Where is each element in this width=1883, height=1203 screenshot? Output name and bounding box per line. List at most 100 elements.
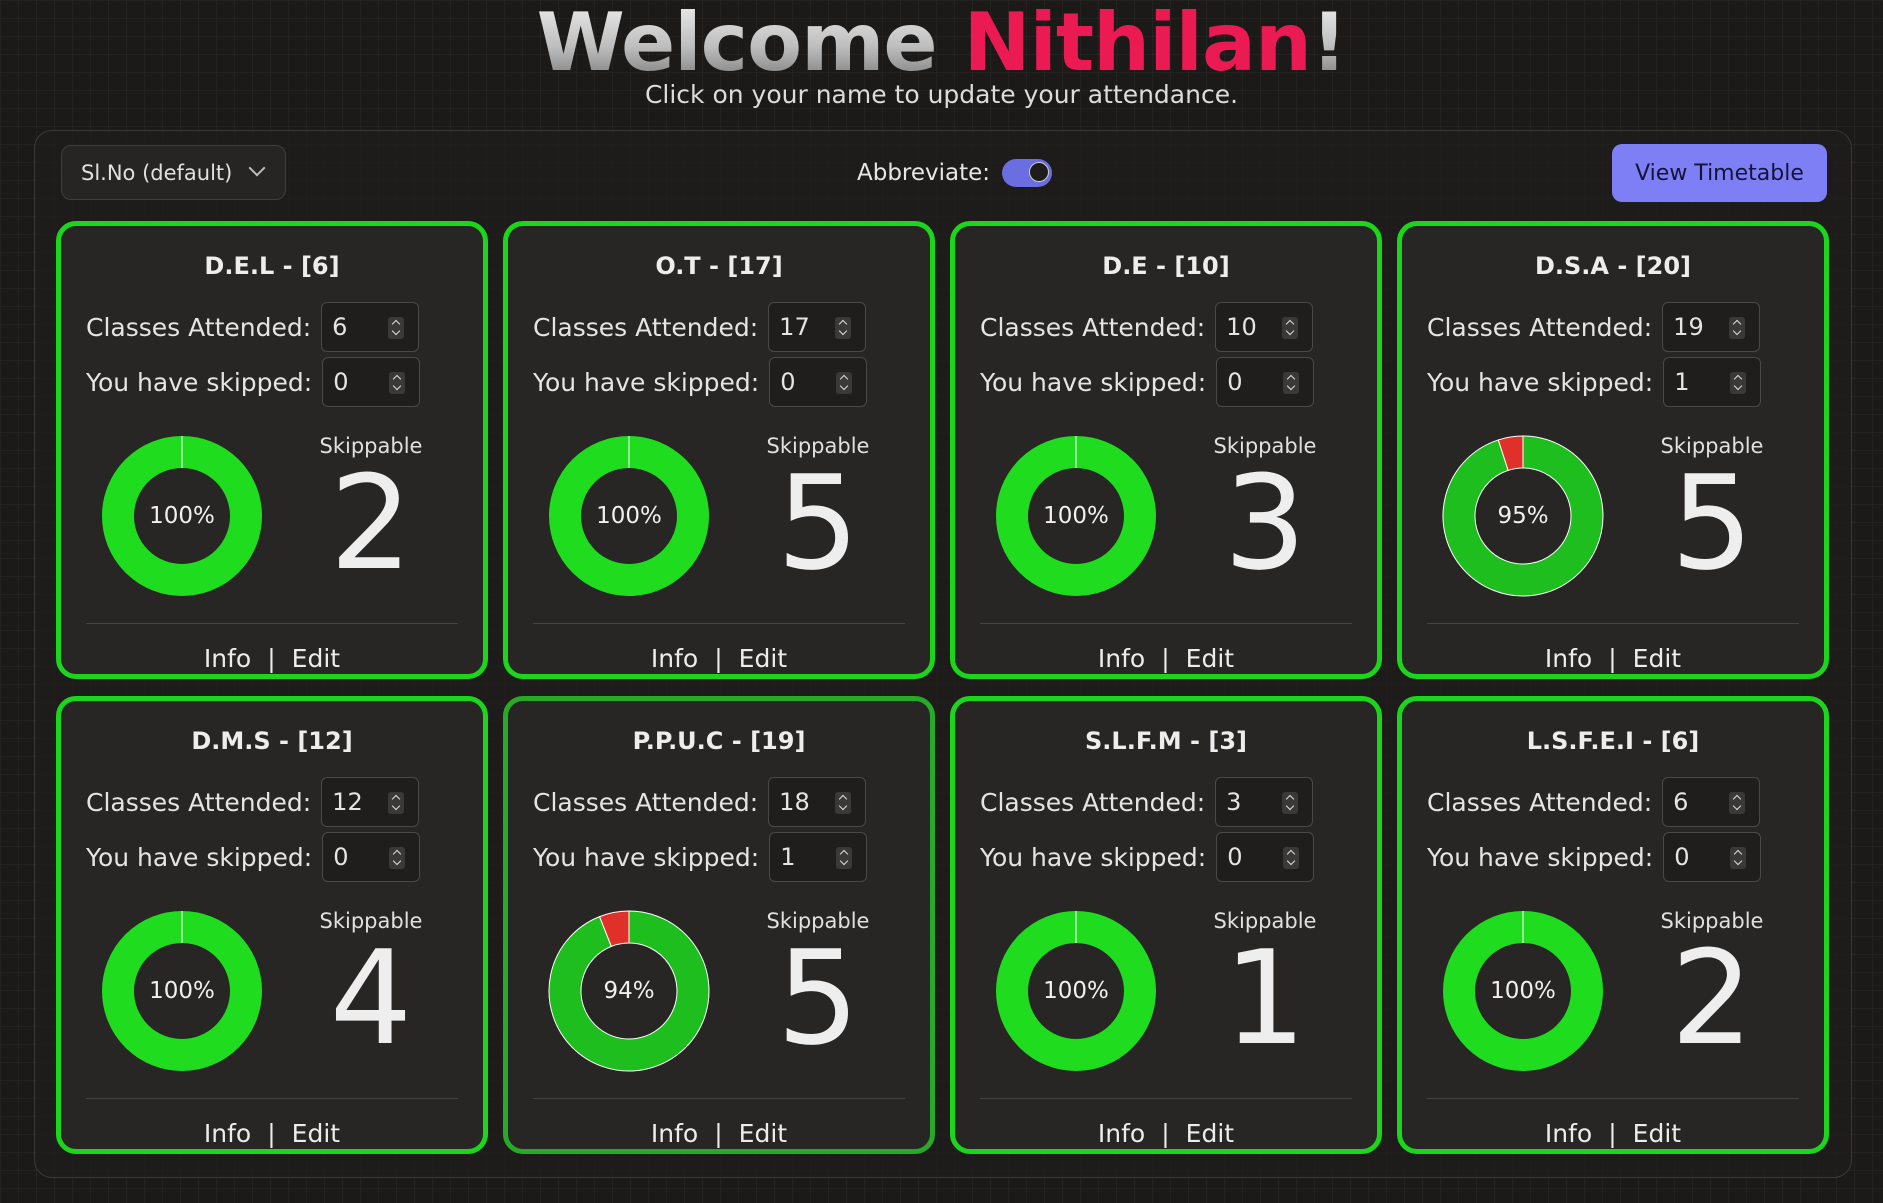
spinner-icon[interactable] xyxy=(836,847,853,869)
card-actions: Info | Edit xyxy=(61,644,483,673)
skipped-label: You have skipped: xyxy=(980,842,1207,872)
user-name-link[interactable]: Nithilan xyxy=(964,0,1312,89)
spinner-icon[interactable] xyxy=(389,372,406,394)
attended-label: Classes Attended: xyxy=(1427,787,1653,817)
toggle-knob xyxy=(1029,162,1050,182)
skippable-count: 1 xyxy=(1223,922,1307,1074)
spinner-icon[interactable] xyxy=(1729,792,1746,814)
skipped-input[interactable]: 1 xyxy=(1663,357,1762,407)
subject-title: L.S.F.E.I - [6] xyxy=(1526,727,1700,755)
attended-input[interactable]: 3 xyxy=(1215,777,1314,827)
info-link[interactable]: Info xyxy=(651,644,698,673)
spinner-icon[interactable] xyxy=(1729,317,1746,339)
edit-link[interactable]: Edit xyxy=(1186,1119,1234,1148)
skipped-input[interactable]: 0 xyxy=(1216,832,1315,882)
info-link[interactable]: Info xyxy=(1545,644,1592,673)
skipped-input[interactable]: 0 xyxy=(769,357,868,407)
spinner-icon[interactable] xyxy=(1282,792,1299,814)
info-link[interactable]: Info xyxy=(204,644,251,673)
info-link[interactable]: Info xyxy=(1098,1119,1145,1148)
abbreviate-toggle[interactable] xyxy=(1002,159,1053,187)
card-actions: Info | Edit xyxy=(61,1119,483,1148)
action-separator: | xyxy=(267,1119,276,1148)
attended-input[interactable]: 6 xyxy=(1662,777,1761,827)
attended-value: 6 xyxy=(1673,788,1689,816)
skippable-count: 2 xyxy=(1670,922,1754,1074)
edit-link[interactable]: Edit xyxy=(1633,1119,1681,1148)
welcome-subtitle: Click on your name to update your attend… xyxy=(644,80,1239,109)
skipped-input[interactable]: 0 xyxy=(1216,357,1315,407)
subject-title: S.L.F.M - [3] xyxy=(1085,727,1247,755)
spinner-icon[interactable] xyxy=(389,847,406,869)
skipped-input[interactable]: 1 xyxy=(769,832,868,882)
skipped-row: You have skipped: 1 xyxy=(533,832,868,882)
edit-link[interactable]: Edit xyxy=(739,1119,787,1148)
sort-select[interactable]: Sl.No (default) xyxy=(61,145,286,200)
skipped-input[interactable]: 0 xyxy=(322,832,421,882)
attended-value: 10 xyxy=(1226,313,1257,341)
info-link[interactable]: Info xyxy=(1098,644,1145,673)
attended-input[interactable]: 12 xyxy=(321,777,420,827)
spinner-icon[interactable] xyxy=(835,792,852,814)
attendance-donut xyxy=(549,436,709,596)
attended-input[interactable]: 10 xyxy=(1215,302,1314,352)
info-link[interactable]: Info xyxy=(1545,1119,1592,1148)
skipped-label: You have skipped: xyxy=(1427,367,1654,397)
attended-label: Classes Attended: xyxy=(86,312,312,342)
spinner-icon[interactable] xyxy=(835,317,852,339)
attended-input[interactable]: 6 xyxy=(321,302,420,352)
action-separator: | xyxy=(714,644,723,673)
skipped-label: You have skipped: xyxy=(86,842,313,872)
spinner-icon[interactable] xyxy=(388,317,405,339)
card-actions: Info | Edit xyxy=(508,1119,930,1148)
donut-attended-slice xyxy=(996,911,1156,1071)
attended-label: Classes Attended: xyxy=(980,312,1206,342)
attendance-donut xyxy=(996,911,1156,1071)
attended-value: 6 xyxy=(332,313,348,341)
card-divider xyxy=(1427,1098,1799,1099)
subject-card: S.L.F.M - [3] Classes Attended: 3 You have … xyxy=(950,696,1382,1154)
card-divider xyxy=(86,1098,458,1099)
donut-attended-slice xyxy=(102,436,262,596)
action-separator: | xyxy=(267,644,276,673)
attended-label: Classes Attended: xyxy=(533,312,759,342)
skipped-row: You have skipped: 1 xyxy=(1427,357,1762,407)
info-link[interactable]: Info xyxy=(204,1119,251,1148)
subject-title: D.E.L - [6] xyxy=(204,252,340,280)
attended-value: 18 xyxy=(779,788,810,816)
attended-row: Classes Attended: 12 xyxy=(86,777,420,827)
info-link[interactable]: Info xyxy=(651,1119,698,1148)
card-actions: Info | Edit xyxy=(1402,644,1824,673)
attended-input[interactable]: 17 xyxy=(768,302,867,352)
skipped-input[interactable]: 0 xyxy=(1663,832,1762,882)
skipped-label: You have skipped: xyxy=(533,367,760,397)
skipped-label: You have skipped: xyxy=(533,842,760,872)
attended-input[interactable]: 18 xyxy=(768,777,867,827)
attendance-donut xyxy=(548,910,710,1072)
spinner-icon[interactable] xyxy=(1730,847,1747,869)
attended-row: Classes Attended: 6 xyxy=(86,302,420,352)
skipped-row: You have skipped: 0 xyxy=(86,357,421,407)
card-divider xyxy=(980,623,1352,624)
edit-link[interactable]: Edit xyxy=(292,644,340,673)
skippable-count: 4 xyxy=(329,922,413,1074)
card-divider xyxy=(86,623,458,624)
spinner-icon[interactable] xyxy=(1283,847,1300,869)
action-separator: | xyxy=(1608,1119,1617,1148)
attended-input[interactable]: 19 xyxy=(1662,302,1761,352)
edit-link[interactable]: Edit xyxy=(1633,644,1681,673)
spinner-icon[interactable] xyxy=(836,372,853,394)
spinner-icon[interactable] xyxy=(1282,317,1299,339)
subject-card: D.S.A - [20] Classes Attended: 19 You have … xyxy=(1397,221,1829,679)
skipped-input[interactable]: 0 xyxy=(322,357,421,407)
donut-attended-slice xyxy=(102,911,262,1071)
edit-link[interactable]: Edit xyxy=(739,644,787,673)
edit-link[interactable]: Edit xyxy=(292,1119,340,1148)
spinner-icon[interactable] xyxy=(1283,372,1300,394)
skipped-row: You have skipped: 0 xyxy=(980,832,1315,882)
spinner-icon[interactable] xyxy=(1730,372,1747,394)
edit-link[interactable]: Edit xyxy=(1186,644,1234,673)
attended-value: 19 xyxy=(1673,313,1704,341)
spinner-icon[interactable] xyxy=(388,792,405,814)
view-timetable-button[interactable]: View Timetable xyxy=(1612,144,1827,202)
